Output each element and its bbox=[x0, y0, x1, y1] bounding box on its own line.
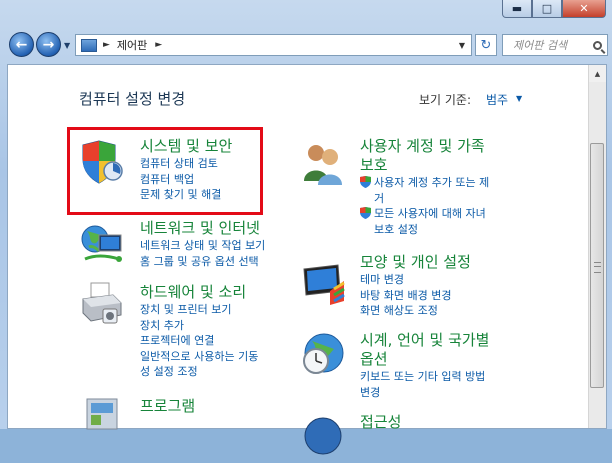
grip-icon bbox=[594, 262, 601, 273]
minimize-button[interactable]: ▬ bbox=[502, 0, 532, 18]
forward-button[interactable]: → bbox=[36, 32, 61, 57]
users-icon[interactable] bbox=[300, 141, 346, 187]
recent-pages-dropdown[interactable]: ▼ bbox=[64, 41, 70, 50]
control-panel-icon bbox=[81, 38, 97, 52]
category-title-network-internet[interactable]: 네트워크 및 인터넷 bbox=[140, 219, 265, 238]
chevron-up-icon: ▲ bbox=[594, 69, 601, 78]
category-appearance: 모양 및 개인 설정 테마 변경 바탕 화면 배경 변경 화면 해상도 조정 bbox=[360, 253, 471, 319]
link-change-theme[interactable]: 테마 변경 bbox=[360, 272, 471, 288]
category-title-hardware-sound[interactable]: 하드웨어 및 소리 bbox=[140, 283, 258, 302]
category-network-internet: 네트워크 및 인터넷 네트워크 상태 및 작업 보기 홈 그룹 및 공유 옵션 … bbox=[140, 219, 265, 269]
category-title-clock-language[interactable]: 시계, 언어 및 국가별 bbox=[360, 331, 489, 350]
category-hardware-sound: 하드웨어 및 소리 장치 및 프린터 보기 장치 추가 프로젝터에 연결 일반적… bbox=[140, 283, 258, 380]
link-add-remove-user[interactable]: 사용자 계정 추가 또는 제 bbox=[360, 175, 489, 191]
link-parental-controls-text[interactable]: 모든 사용자에 대해 자녀 bbox=[374, 207, 486, 220]
link-change-keyboard[interactable]: 키보드 또는 기타 입력 방법 bbox=[360, 369, 489, 385]
breadcrumb-chevron-icon[interactable]: ► bbox=[155, 40, 162, 50]
category-title-clock-language-cont[interactable]: 옵션 bbox=[360, 350, 489, 369]
link-common-settings-cont[interactable]: 성 설정 조정 bbox=[140, 364, 258, 380]
category-title-user-accounts[interactable]: 사용자 계정 및 가족 bbox=[360, 137, 489, 156]
category-programs: 프로그램 bbox=[140, 397, 195, 416]
link-devices-printers[interactable]: 장치 및 프린터 보기 bbox=[140, 302, 258, 318]
link-add-remove-user-cont[interactable]: 거 bbox=[360, 191, 489, 207]
back-button[interactable]: ← bbox=[9, 32, 34, 57]
search-box[interactable]: 제어판 검색 bbox=[502, 34, 608, 56]
address-bar[interactable]: ► 제어판 ► ▼ bbox=[75, 34, 472, 56]
navigation-bar: ← → ▼ ► 제어판 ► ▼ ↻ 제어판 검색 bbox=[0, 28, 612, 62]
view-by-label: 보기 기준: bbox=[419, 93, 472, 107]
link-change-desktop-background[interactable]: 바탕 화면 배경 변경 bbox=[360, 288, 471, 304]
link-change-keyboard-cont[interactable]: 변경 bbox=[360, 385, 489, 401]
clock-globe-icon[interactable] bbox=[300, 331, 346, 377]
search-icon[interactable] bbox=[593, 40, 602, 50]
refresh-icon: ↻ bbox=[480, 37, 492, 53]
close-icon: ✕ bbox=[579, 2, 589, 15]
link-homegroup-sharing[interactable]: 홈 그룹 및 공유 옵션 선택 bbox=[140, 254, 265, 270]
category-title-ease-of-access[interactable]: 접근성 bbox=[360, 413, 401, 432]
uac-shield-icon bbox=[360, 176, 371, 188]
monitor-display-icon[interactable] bbox=[300, 261, 346, 307]
link-add-device[interactable]: 장치 추가 bbox=[140, 318, 258, 334]
link-parental-controls-cont[interactable]: 보호 설정 bbox=[360, 222, 489, 238]
chevron-down-icon[interactable]: ▼ bbox=[516, 94, 522, 103]
link-parental-controls[interactable]: 모든 사용자에 대해 자녀 bbox=[360, 206, 489, 222]
view-by-dropdown[interactable]: 범주 bbox=[486, 91, 508, 108]
printer-icon[interactable] bbox=[79, 281, 125, 327]
caption-buttons: ▬ □ ✕ bbox=[502, 0, 606, 18]
breadcrumb-chevron-icon[interactable]: ► bbox=[103, 40, 110, 50]
minimize-icon: ▬ bbox=[511, 2, 523, 15]
network-globe-icon[interactable] bbox=[79, 221, 125, 267]
forward-arrow-icon: → bbox=[42, 36, 55, 53]
category-title-programs[interactable]: 프로그램 bbox=[140, 397, 195, 416]
programs-icon[interactable] bbox=[79, 395, 125, 441]
window-frame: ▬ □ ✕ ← → ▼ ► 제어판 ► ▼ ↻ 제어판 검색 컴퓨터 설정 변경… bbox=[0, 0, 612, 455]
scrollbar-thumb[interactable] bbox=[590, 143, 604, 388]
link-common-settings[interactable]: 일반적으로 사용하는 기동 bbox=[140, 349, 258, 365]
highlight-box bbox=[67, 127, 263, 215]
category-title-appearance[interactable]: 모양 및 개인 설정 bbox=[360, 253, 471, 272]
category-user-accounts: 사용자 계정 및 가족 보호 사용자 계정 추가 또는 제 거 모든 사용자에 … bbox=[360, 137, 489, 237]
uac-shield-icon bbox=[360, 207, 371, 219]
maximize-icon: □ bbox=[541, 2, 553, 15]
page-title: 컴퓨터 설정 변경 bbox=[79, 90, 186, 108]
link-add-remove-user-text[interactable]: 사용자 계정 추가 또는 제 bbox=[374, 176, 489, 189]
link-network-status-tasks[interactable]: 네트워크 상태 및 작업 보기 bbox=[140, 238, 265, 254]
back-arrow-icon: ← bbox=[15, 36, 28, 53]
category-clock-language-region: 시계, 언어 및 국가별 옵션 키보드 또는 기타 입력 방법 변경 bbox=[360, 331, 489, 400]
close-button[interactable]: ✕ bbox=[562, 0, 606, 18]
category-ease-of-access: 접근성 bbox=[360, 413, 401, 432]
link-adjust-resolution[interactable]: 화면 해상도 조정 bbox=[360, 303, 471, 319]
content-pane: 컴퓨터 설정 변경 보기 기준: 범주 ▼ 시스템 및 보안 컴퓨터 상태 검토… bbox=[7, 64, 607, 455]
address-dropdown-icon[interactable]: ▼ bbox=[459, 41, 465, 50]
ease-of-access-icon[interactable] bbox=[300, 413, 346, 459]
search-input[interactable]: 제어판 검색 bbox=[513, 37, 567, 53]
link-connect-projector[interactable]: 프로젝터에 연결 bbox=[140, 333, 258, 349]
maximize-button[interactable]: □ bbox=[532, 0, 562, 18]
scroll-up-button[interactable]: ▲ bbox=[589, 65, 606, 82]
category-title-user-accounts-cont[interactable]: 보호 bbox=[360, 156, 489, 175]
breadcrumb-control-panel[interactable]: 제어판 bbox=[117, 37, 147, 53]
vertical-scrollbar[interactable]: ▲ bbox=[588, 65, 606, 428]
refresh-button[interactable]: ↻ bbox=[475, 34, 497, 56]
